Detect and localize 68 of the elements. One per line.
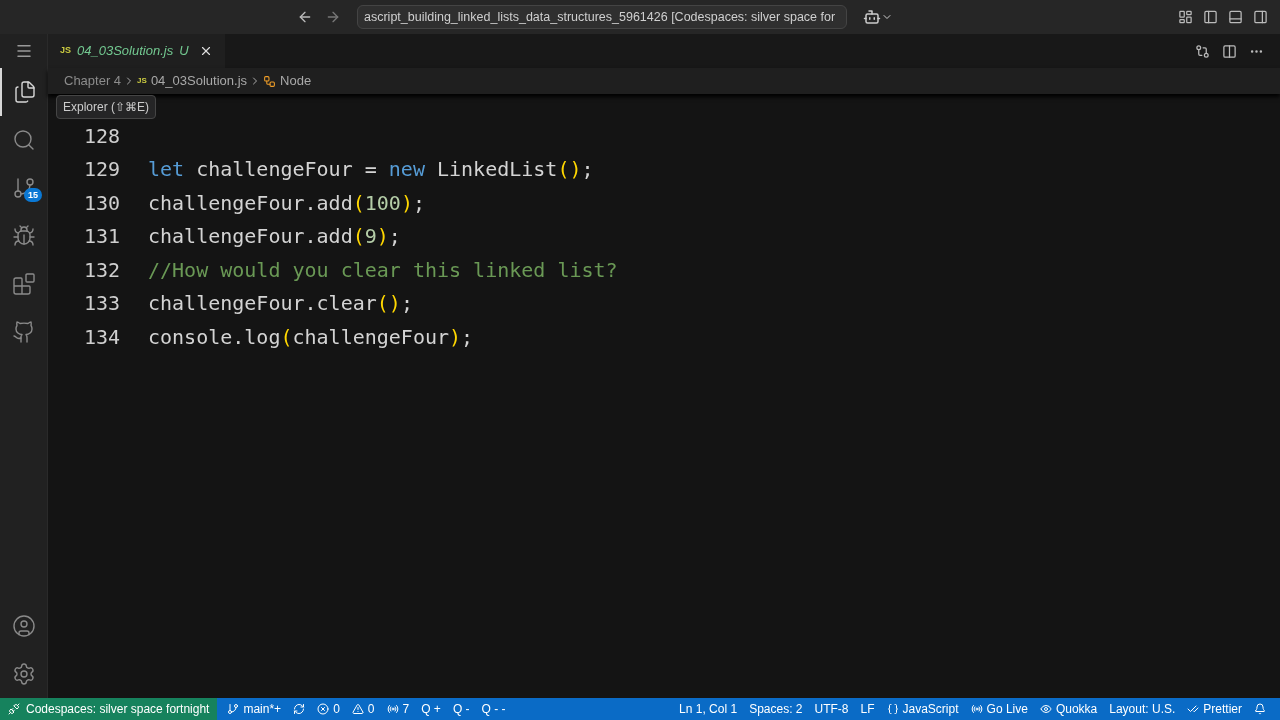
status-item[interactable]: Prettier: [1181, 698, 1248, 720]
eye-icon: [1039, 703, 1052, 715]
status-item[interactable]: JavaScript: [880, 698, 965, 720]
github-icon: [12, 320, 36, 344]
run-debug-icon: [12, 224, 36, 248]
status-item[interactable]: 0: [345, 698, 381, 720]
source-control-icon: [12, 176, 36, 200]
double-check-icon: [1187, 703, 1200, 715]
broadcast-icon: [970, 703, 983, 715]
files-icon: [13, 80, 37, 104]
layout-icon[interactable]: [1178, 9, 1193, 25]
js-file-icon: JS: [60, 44, 71, 58]
line-number: 133: [82, 290, 120, 318]
panel-right-icon[interactable]: [1253, 9, 1268, 25]
line-number: 130: [82, 189, 120, 217]
status-item[interactable]: Go Live: [964, 698, 1034, 720]
code-line: //How would you clear this linked list?: [148, 256, 618, 284]
bell-icon: [1254, 703, 1266, 715]
status-item[interactable]: Ln 1, Col 1: [673, 698, 744, 720]
status-item[interactable]: Layout: U.S.: [1103, 698, 1182, 720]
line-number: 128: [82, 122, 120, 150]
status-item[interactable]: Spaces: 2: [743, 698, 809, 720]
editor-tab[interactable]: JS 04_03Solution.js U: [48, 34, 225, 68]
remote-icon: [8, 703, 20, 715]
extensions-icon: [12, 272, 36, 296]
back-icon[interactable]: [297, 9, 313, 25]
account-icon: [12, 614, 36, 638]
branch-icon: [227, 703, 240, 715]
line-number: 129: [82, 156, 120, 184]
settings-icon: [12, 662, 36, 686]
line-number: 131: [82, 223, 120, 251]
status-item[interactable]: Q -: [446, 698, 476, 720]
status-item[interactable]: 7: [380, 698, 416, 720]
panel-left-icon[interactable]: [1203, 9, 1218, 25]
command-center[interactable]: ascript_building_linked_lists_data_structures_5961426 [Codespaces: silver space for: [357, 5, 847, 29]
tooltip: Explorer (⇧⌘E): [56, 95, 156, 119]
source-control-button[interactable]: 15: [0, 164, 48, 212]
js-file-icon: JS: [137, 75, 147, 87]
antenna-icon: [386, 703, 399, 715]
line-number: 134: [82, 323, 120, 351]
braces-icon: [886, 703, 899, 715]
error-icon: [317, 703, 330, 715]
status-item[interactable]: main*+: [221, 698, 288, 720]
panel-bottom-icon[interactable]: [1228, 9, 1243, 25]
menu-icon[interactable]: [14, 42, 33, 60]
code-line: let challengeFour = new LinkedList();: [148, 156, 594, 184]
status-item[interactable]: Q +: [415, 698, 447, 720]
status-item[interactable]: UTF-8: [808, 698, 855, 720]
breadcrumb-item[interactable]: Chapter 4: [64, 71, 122, 91]
code-line: challengeFour.add(100);: [148, 189, 425, 217]
search-icon: [12, 128, 36, 152]
warning-icon: [351, 703, 364, 715]
breadcrumb-item[interactable]: Node: [280, 71, 312, 91]
compare-icon[interactable]: [1195, 43, 1210, 59]
count-badge: 15: [24, 188, 42, 202]
breadcrumb-item[interactable]: 04_03Solution.js: [150, 71, 248, 91]
status-item[interactable]: Q - -: [475, 698, 512, 720]
forward-icon[interactable]: [325, 9, 341, 25]
code-line: challengeFour.add(9);: [148, 223, 401, 251]
status-item[interactable]: 0: [311, 698, 346, 720]
line-number: 132: [82, 256, 120, 284]
code-line: console.log(challengeFour);: [148, 323, 474, 351]
split-editor-icon[interactable]: [1222, 43, 1237, 59]
status-item[interactable]: LF: [854, 698, 881, 720]
remote-indicator[interactable]: Codespaces: silver space fortnight: [0, 698, 218, 720]
status-item[interactable]: Quokka: [1033, 698, 1104, 720]
sync-icon: [293, 703, 306, 715]
code-line: challengeFour.clear();: [148, 290, 413, 318]
